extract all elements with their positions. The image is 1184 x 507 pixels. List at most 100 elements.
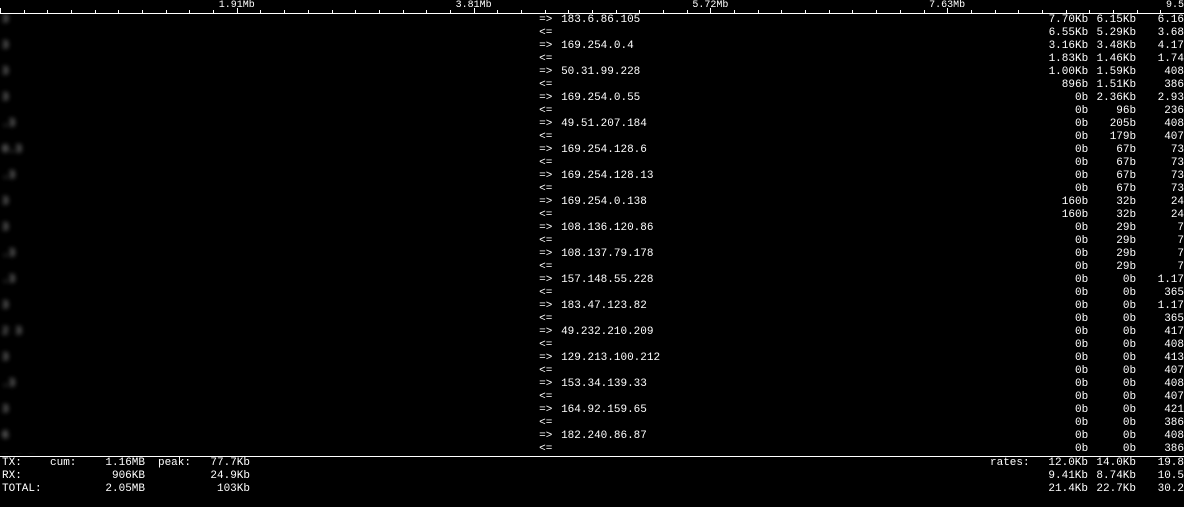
connection-row-tx: 3=>183.6.86.1057.70Kb6.15Kb6.16 [0,14,1184,27]
rate-40s: 408 [1136,430,1184,443]
total-rate-10s: 22.7Kb [1088,483,1136,496]
connection-row-tx: 3=>169.254.0.43.16Kb3.48Kb4.17 [0,40,1184,53]
total-cum-value: 2.05MB [90,483,145,496]
rate-2s: 160b [1040,196,1088,209]
local-host: 3 [0,404,539,417]
footer-total-row: TOTAL: 2.05MB 103Kb 21.4Kb 22.7Kb 30.2 [0,483,1184,496]
tx-rate-2s: 12.0Kb [1040,457,1088,470]
local-host: 0.3 [0,144,539,157]
remote-host: 153.34.139.33 [561,378,1040,391]
tx-rate-10s: 14.0Kb [1088,457,1136,470]
rate-2s: 0b [1040,352,1088,365]
rate-10s: 0b [1088,313,1136,326]
rate-40s: 24 [1136,196,1184,209]
rate-2s: 0b [1040,326,1088,339]
rate-2s: 896b [1040,79,1088,92]
rate-10s: 29b [1088,235,1136,248]
local-host: 2 3 [0,326,539,339]
rate-40s: 3.68 [1136,27,1184,40]
rate-2s: 0b [1040,248,1088,261]
remote-host: 169.254.128.13 [561,170,1040,183]
connection-row-tx: 3=>183.47.123.820b0b1.17 [0,300,1184,313]
remote-host: 183.47.123.82 [561,300,1040,313]
arrow-in-icon: <= [539,339,561,352]
tx-cum-value: 1.16MB [90,457,145,470]
local-host: .3 [0,118,539,131]
local-host: 3 [0,196,539,209]
remote-host: 169.254.128.6 [561,144,1040,157]
connection-row-tx: 2 3=>49.232.210.2090b0b417 [0,326,1184,339]
arrow-out-icon: => [539,118,561,131]
rate-40s: 417 [1136,326,1184,339]
remote-host: 164.92.159.65 [561,404,1040,417]
local-host: 3 [0,40,539,53]
connection-row-tx: .3=>157.148.55.2280b0b1.17 [0,274,1184,287]
rate-40s: 6.16 [1136,14,1184,27]
rate-40s: 7 [1136,248,1184,261]
cum-label: cum: [50,457,90,470]
rx-label: RX: [0,470,50,483]
arrow-in-icon: <= [539,27,561,40]
arrow-in-icon: <= [539,261,561,274]
rate-10s: 6.15Kb [1088,14,1136,27]
footer-rx-row: RX: 906KB 24.9Kb 9.41Kb 8.74Kb 10.5 [0,470,1184,483]
rate-2s: 0b [1040,443,1088,454]
connection-row-rx: <=0b96b236 [0,105,1184,118]
arrow-out-icon: => [539,430,561,443]
rate-40s: 1.17 [1136,274,1184,287]
rate-40s: 73 [1136,144,1184,157]
rate-40s: 1.17 [1136,300,1184,313]
connection-row-rx: <=0b29b7 [0,261,1184,274]
remote-host: 183.6.86.105 [561,14,1040,27]
rate-2s: 0b [1040,183,1088,196]
rate-10s: 0b [1088,287,1136,300]
tx-label: TX: [0,457,50,470]
remote-host: 169.254.0.138 [561,196,1040,209]
rate-2s: 1.83Kb [1040,53,1088,66]
arrow-out-icon: => [539,248,561,261]
rate-10s: 205b [1088,118,1136,131]
rate-2s: 0b [1040,313,1088,326]
remote-host: 169.254.0.55 [561,92,1040,105]
rate-40s: 365 [1136,313,1184,326]
rate-40s: 408 [1136,66,1184,79]
rate-2s: 0b [1040,170,1088,183]
rate-10s: 67b [1088,183,1136,196]
rate-10s: 0b [1088,430,1136,443]
connection-row-tx: .3=>108.137.79.1780b29b7 [0,248,1184,261]
rate-2s: 0b [1040,339,1088,352]
rate-2s: 160b [1040,209,1088,222]
arrow-in-icon: <= [539,209,561,222]
rate-2s: 0b [1040,378,1088,391]
rate-10s: 2.36Kb [1088,92,1136,105]
arrow-in-icon: <= [539,183,561,196]
remote-host: 49.232.210.209 [561,326,1040,339]
rate-40s: 73 [1136,157,1184,170]
arrow-in-icon: <= [539,417,561,430]
total-label: TOTAL: [0,483,50,496]
arrow-out-icon: => [539,300,561,313]
connection-row-tx: .3=>153.34.139.330b0b408 [0,378,1184,391]
local-host: .3 [0,170,539,183]
rates-label: rates: [990,457,1040,470]
connection-row-rx: <=160b32b24 [0,209,1184,222]
rate-40s: 236 [1136,105,1184,118]
rate-2s: 0b [1040,391,1088,404]
rate-40s: 73 [1136,170,1184,183]
rate-10s: 29b [1088,222,1136,235]
arrow-in-icon: <= [539,53,561,66]
rate-2s: 0b [1040,287,1088,300]
total-rate-40s: 30.2 [1136,483,1184,496]
footer-stats: TX: cum: 1.16MB peak: 77.7Kb rates: 12.0… [0,457,1184,496]
local-host: .3 [0,274,539,287]
arrow-out-icon: => [539,66,561,79]
rate-2s: 0b [1040,365,1088,378]
rate-2s: 0b [1040,157,1088,170]
total-peak-value: 103Kb [195,483,250,496]
connection-row-rx: <=0b0b407 [0,391,1184,404]
arrow-in-icon: <= [539,365,561,378]
remote-host: 108.136.120.86 [561,222,1040,235]
rate-10s: 32b [1088,196,1136,209]
rate-40s: 4.17 [1136,40,1184,53]
rate-10s: 3.48Kb [1088,40,1136,53]
